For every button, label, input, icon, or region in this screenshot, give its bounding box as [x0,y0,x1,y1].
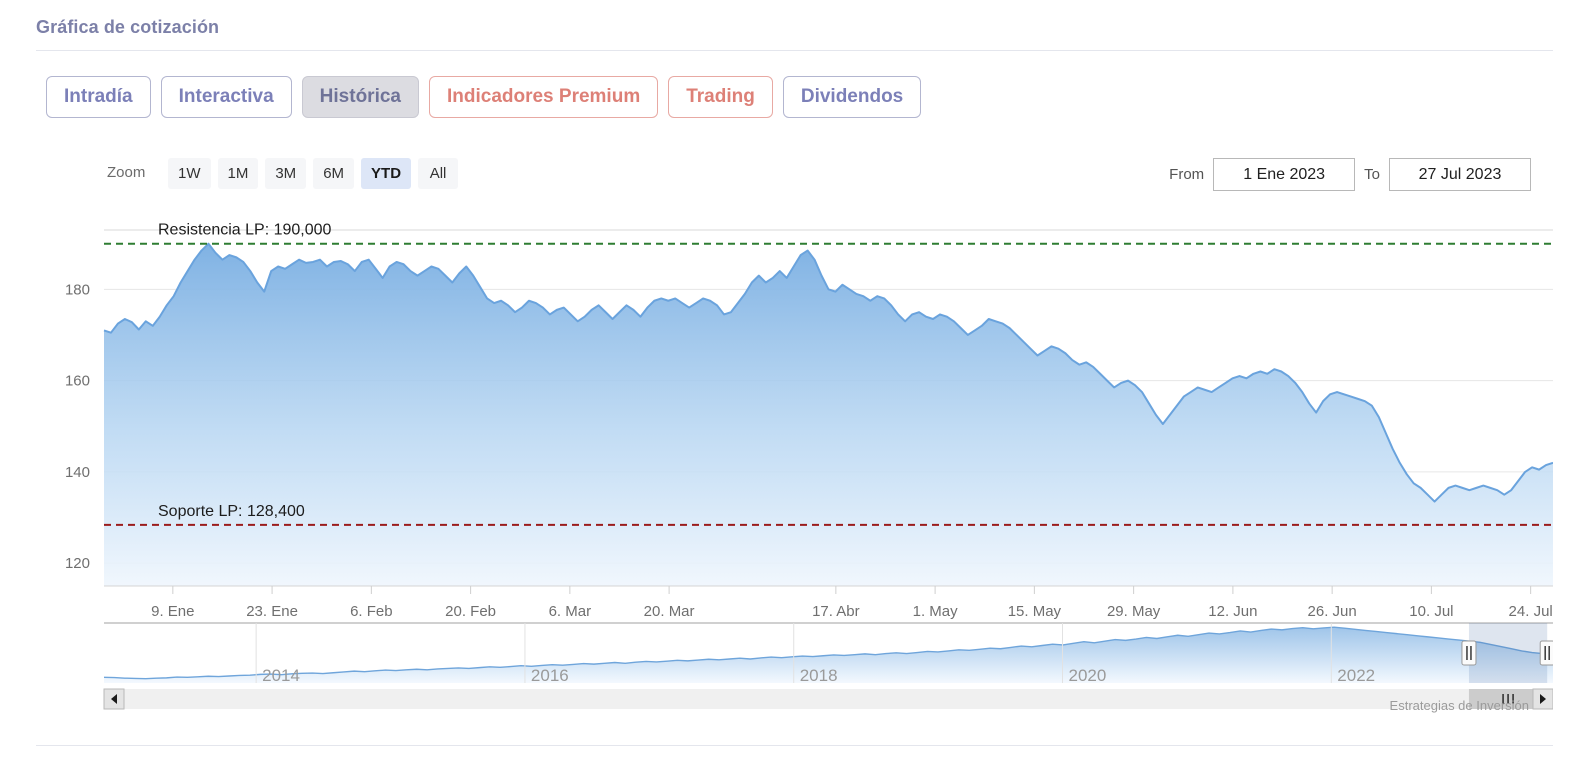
to-label: To [1364,166,1380,183]
navigator-year-label: 2016 [531,666,569,685]
zoom-button-6m[interactable]: 6M [313,158,354,189]
from-label: From [1169,166,1204,183]
navigator-selection-mask[interactable] [1469,623,1547,683]
drag-handle-icon[interactable] [1540,641,1553,665]
zoom-label: Zoom [107,164,145,181]
zoom-button-group: 1W1M3M6MYTDAll [168,158,458,189]
navigator-handle-left[interactable] [1462,641,1476,665]
y-axis-tick-label: 120 [65,555,90,572]
y-axis-tick-label: 160 [65,373,90,390]
navigator-year-label: 2020 [1069,666,1107,685]
tab-dividendos[interactable]: Dividendos [783,76,921,118]
plot-area[interactable]: 120 140 160 180 Resistencia LP: 190,000 Sopor… [36,208,1553,663]
tab-hist-rica[interactable]: Histórica [302,76,419,118]
page-title: Gráfica de cotización [36,17,219,38]
navigator[interactable]: 2014 2016 2018 2020 2022 [36,615,1553,720]
bottom-divider [36,745,1553,746]
scrollbar-track[interactable] [104,689,1553,709]
to-date-input[interactable]: 27 Jul 2023 [1389,158,1531,191]
chart-credit: Estrategias de Inversión [1390,698,1529,713]
navigator-year-label: 2018 [800,666,838,685]
zoom-button-ytd[interactable]: YTD [361,158,411,189]
title-divider [36,50,1553,51]
zoom-button-1m[interactable]: 1M [218,158,259,189]
y-axis-tick-label: 140 [65,464,90,481]
navigator-year-label: 2022 [1337,666,1375,685]
navigator-year-label: 2014 [262,666,300,685]
drag-handle-icon[interactable] [1462,641,1476,665]
zoom-button-1w[interactable]: 1W [168,158,211,189]
scroll-left-button[interactable] [104,689,124,709]
chart-container: Zoom 1W1M3M6MYTDAll From 1 Ene 2023 To 2… [36,140,1553,735]
annotation-label-support: Soporte LP: 128,400 [158,503,305,520]
from-date-input[interactable]: 1 Ene 2023 [1213,158,1355,191]
date-range-inputs: From 1 Ene 2023 To 27 Jul 2023 [1169,158,1531,191]
chart-tabs: IntradíaInteractivaHistóricaIndicadores … [46,76,921,118]
zoom-button-3m[interactable]: 3M [265,158,306,189]
y-axis-tick-label: 180 [65,281,90,298]
price-area-chart[interactable]: 120 140 160 180 Resistencia LP: 190,000 Sopor… [36,208,1553,663]
annotation-label-resistance: Resistencia LP: 190,000 [158,222,332,239]
navigator-handle-right[interactable] [1540,641,1553,665]
tab-intrad-a[interactable]: Intradía [46,76,151,118]
range-selector: Zoom 1W1M3M6MYTDAll From 1 Ene 2023 To 2… [36,154,1553,194]
tab-interactiva[interactable]: Interactiva [161,76,292,118]
stock-chart-page: Gráfica de cotización IntradíaInteractiv… [0,0,1589,775]
tab-trading[interactable]: Trading [668,76,773,118]
navigator-chart[interactable]: 2014 2016 2018 2020 2022 [36,615,1553,720]
price-area-fill [104,244,1553,586]
tab-indicadores-premium[interactable]: Indicadores Premium [429,76,658,118]
scroll-right-button[interactable] [1533,689,1553,709]
zoom-button-all[interactable]: All [418,158,458,189]
